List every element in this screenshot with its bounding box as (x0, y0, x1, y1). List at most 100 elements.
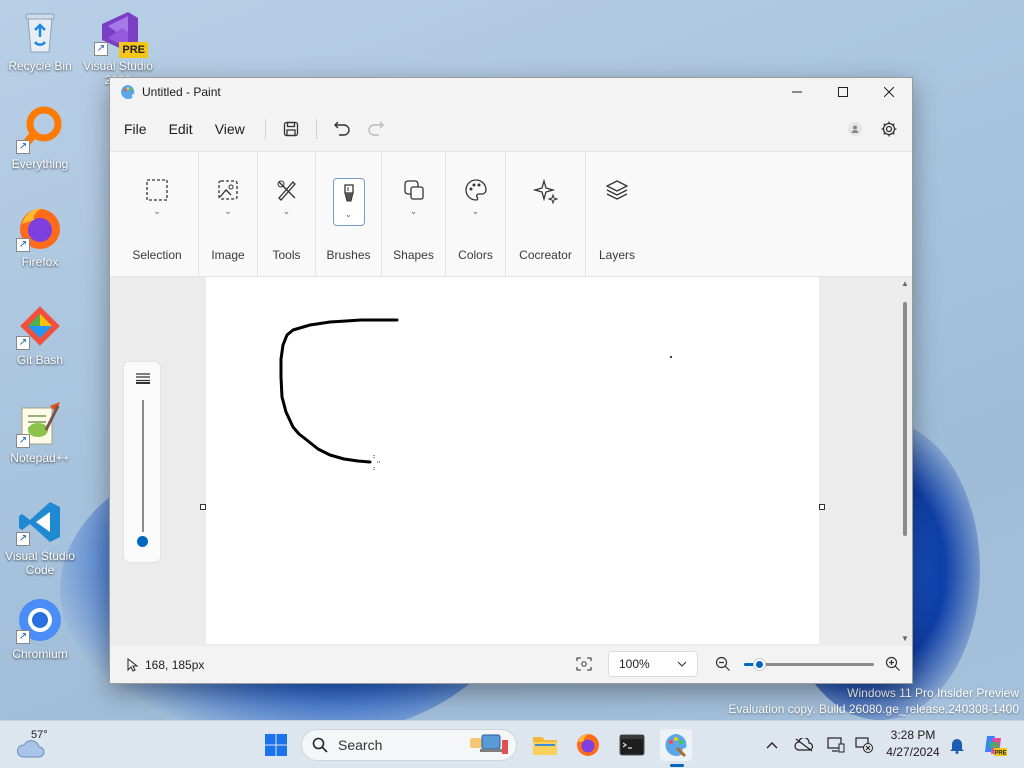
scroll-down-arrow-icon[interactable]: ▼ (900, 634, 910, 643)
vscode-icon: ↗ (16, 498, 64, 546)
image-icon (218, 180, 238, 200)
menu-edit[interactable]: Edit (159, 115, 203, 143)
ribbon-group-image[interactable]: ⌄ Image (199, 152, 258, 276)
onedrive-tray[interactable] (789, 729, 819, 761)
show-hidden-icons-button[interactable] (757, 729, 787, 761)
menu-separator (315, 118, 317, 139)
cursor-position: 168, 185px (145, 658, 205, 672)
ribbon-group-cocreator[interactable]: Cocreator (506, 152, 586, 276)
vertical-scrollbar[interactable]: ▲ ▼ (900, 279, 910, 643)
recycle-bin-icon (16, 8, 64, 56)
ribbon-group-selection[interactable]: ⌄ Selection (116, 152, 199, 276)
resize-handle-left[interactable] (200, 504, 206, 510)
zoom-dropdown[interactable]: 100% (608, 651, 698, 677)
ribbon-label-brushes: Brushes (326, 248, 371, 262)
ribbon-group-tools[interactable]: ⌄ Tools (258, 152, 316, 276)
chevron-down-icon: ⌄ (224, 206, 232, 216)
scroll-up-arrow-icon[interactable]: ▲ (900, 279, 910, 288)
status-bar: 168, 185px 100% (110, 646, 912, 683)
ribbon-group-shapes[interactable]: ⌄ Shapes (382, 152, 446, 276)
copilot-button[interactable]: PRE (978, 729, 1010, 761)
chevron-down-icon: ⌄ (409, 206, 418, 216)
paint-app-icon (665, 734, 687, 758)
shortcut-arrow-icon: ↗ (16, 140, 30, 154)
zoom-slider-thumb[interactable] (754, 659, 765, 670)
desktop-icon-recycle-bin[interactable]: Recycle Bin (0, 8, 80, 73)
terminal-icon (619, 734, 645, 756)
watermark-line1: Windows 11 Pro Insider Preview (847, 686, 1019, 700)
layers-icon (605, 180, 629, 200)
zoom-in-icon[interactable] (885, 656, 901, 672)
undo-button[interactable] (325, 114, 359, 144)
resize-handle-right[interactable] (819, 504, 825, 510)
desktop-icon-notepadpp[interactable]: ↗ Notepad++ (0, 400, 80, 465)
chevron-down-icon: ⌄ (153, 206, 161, 216)
weather-widget[interactable]: 57° (16, 727, 66, 763)
canvas-area: ▲ ▼ (110, 277, 912, 647)
shortcut-arrow-icon: ↗ (16, 532, 30, 546)
ribbon-label-image: Image (211, 248, 245, 262)
svg-text:PRE: PRE (994, 751, 1006, 757)
desktop-icon-vscode[interactable]: ↗ Visual Studio Code (0, 498, 80, 577)
brush-icon (343, 184, 354, 202)
ribbon-group-colors[interactable]: ⌄ Colors (446, 152, 506, 276)
desktop-icon-chromium[interactable]: ↗ Chromium (0, 596, 80, 661)
clock[interactable]: 3:28 PM 4/27/2024 (880, 727, 946, 761)
search-placeholder: Search (338, 737, 383, 753)
paint-window: Untitled - Paint File Edit View ⌄ Select… (109, 77, 913, 684)
chevron-down-icon (677, 661, 687, 667)
shortcut-arrow-icon: ↗ (16, 336, 30, 350)
start-button[interactable] (260, 729, 292, 761)
fit-to-window-icon[interactable] (576, 657, 592, 671)
zoom-slider-track[interactable] (744, 659, 874, 670)
canvas-dot (670, 356, 672, 358)
settings-button[interactable] (872, 114, 906, 144)
drawing-canvas[interactable] (206, 277, 819, 644)
clock-date: 4/27/2024 (886, 745, 940, 759)
selection-icon (146, 179, 168, 201)
taskbar-terminal[interactable] (616, 729, 648, 761)
ribbon-label-shapes: Shapes (393, 248, 434, 262)
redo-icon (368, 121, 384, 136)
ribbon: ⌄ Selection ⌄ Image ⌄ Tools ⌄ Brushes ⌄ … (110, 151, 912, 277)
menu-file[interactable]: File (114, 115, 157, 143)
save-button[interactable] (274, 114, 308, 144)
watermark-line2: Evaluation copy. Build 26080.ge_release.… (728, 702, 1019, 716)
network-tray[interactable] (849, 729, 879, 761)
ribbon-label-cocreator: Cocreator (519, 248, 572, 262)
menu-separator (264, 118, 266, 139)
desktop-icon-git-bash[interactable]: ↗ Git Bash (0, 302, 80, 367)
account-button[interactable] (838, 114, 872, 144)
brush-size-thumb[interactable] (137, 536, 148, 547)
notepadpp-icon: ↗ (16, 400, 64, 448)
weather-temp: 57° (31, 729, 48, 741)
bell-icon (950, 739, 964, 754)
zoom-out-icon[interactable] (715, 656, 731, 672)
redo-button[interactable] (359, 114, 393, 144)
chromium-icon: ↗ (16, 596, 64, 644)
ribbon-group-brushes[interactable]: ⌄ Brushes (316, 152, 382, 276)
taskbar: 57° Search 3:28 PM 4/27/2024 PRE (0, 720, 1024, 768)
title-bar[interactable]: Untitled - Paint (110, 78, 912, 106)
maximize-button[interactable] (820, 78, 866, 106)
desktop-icon-everything[interactable]: ↗ Everything (0, 106, 80, 171)
ribbon-group-layers[interactable]: Layers (586, 152, 648, 276)
close-button[interactable] (866, 78, 912, 106)
menu-bar: File Edit View (110, 106, 912, 151)
copilot-icon: PRE (985, 736, 1007, 757)
taskbar-firefox[interactable] (572, 729, 604, 761)
taskbar-file-explorer[interactable] (529, 729, 561, 761)
menu-view[interactable]: View (205, 115, 255, 143)
taskbar-paint[interactable] (660, 729, 692, 767)
git-bash-icon: ↗ (16, 302, 64, 350)
shortcut-arrow-icon: ↗ (94, 42, 108, 56)
notifications-button[interactable] (944, 729, 970, 761)
scrollbar-thumb[interactable] (903, 302, 907, 536)
display-tray[interactable] (821, 729, 851, 761)
desktop-icon-visual-studio[interactable]: PRE ↗ Visual Studio 2022 (78, 8, 158, 87)
minimize-button[interactable] (774, 78, 820, 106)
taskbar-search[interactable]: Search (301, 729, 517, 761)
ribbon-label-layers: Layers (598, 248, 636, 262)
desktop-icon-firefox[interactable]: ↗ Firefox (0, 204, 80, 269)
firefox-icon: ↗ (16, 204, 64, 252)
